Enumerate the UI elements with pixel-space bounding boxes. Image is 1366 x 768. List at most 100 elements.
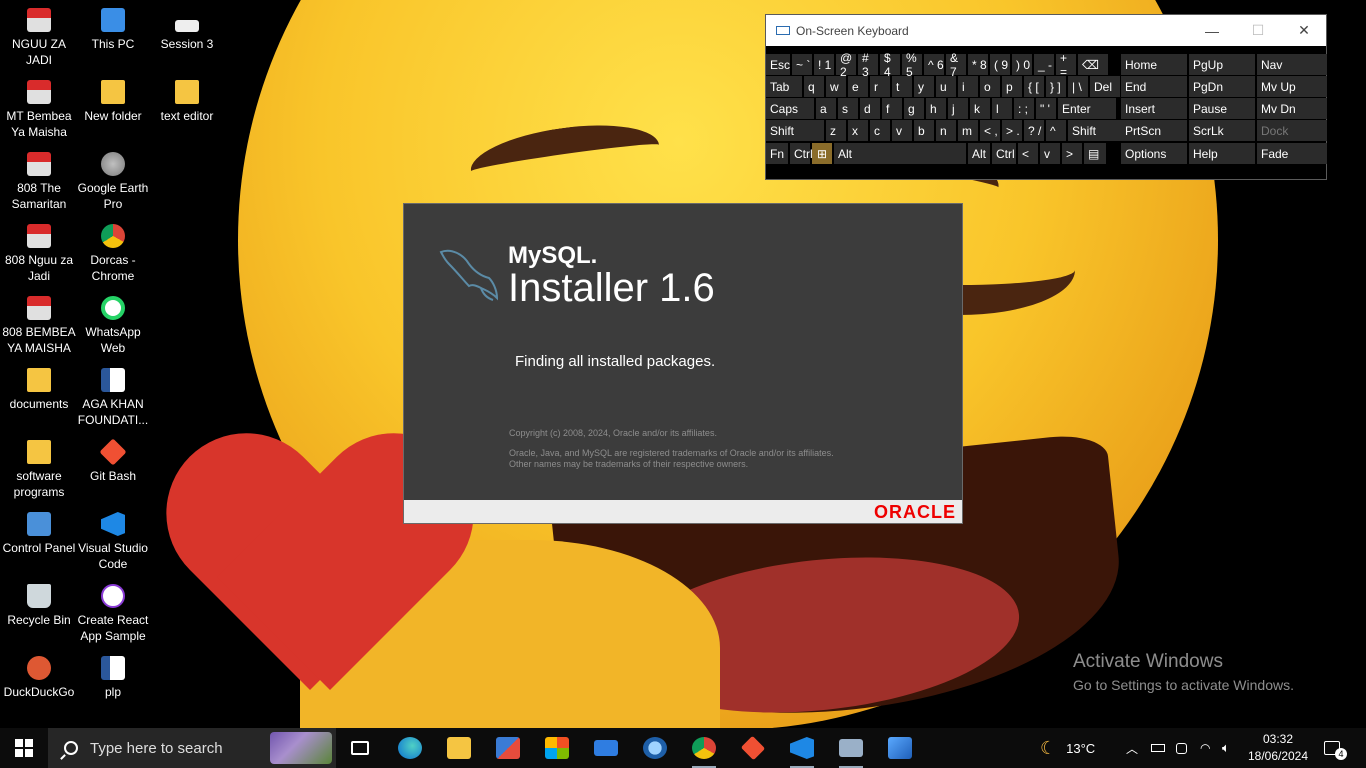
osk-nav-key[interactable]: Mv Dn [1257,98,1327,119]
osk-key[interactable]: ) 0 [1012,54,1032,75]
taskbar-app-git[interactable] [729,728,777,768]
desktop-icon-mt-bembea[interactable]: MT Bembea Ya Maisha [0,80,78,140]
osk-key[interactable]: w [826,76,846,97]
osk-key[interactable]: a [816,98,836,119]
osk-key[interactable]: Ctrl [790,143,813,164]
osk-key[interactable]: s [838,98,858,119]
desktop-icon-whatsapp[interactable]: WhatsApp Web [74,296,152,356]
desktop-icon-documents[interactable]: documents [0,368,78,412]
osk-key[interactable]: i [958,76,978,97]
close-button[interactable]: ✕ [1281,15,1327,46]
desktop-icon-session-3[interactable]: Session 3 [148,8,226,52]
osk-nav-key[interactable]: ScrLk [1189,120,1255,141]
on-screen-keyboard-window[interactable]: On-Screen Keyboard — ☐ ✕ Esc ~ `! 1 @ 2 # 3… [765,14,1327,180]
wifi-icon[interactable]: ◠ [1200,728,1210,768]
osk-key[interactable]: z [826,120,846,141]
taskbar-app-file-explorer[interactable] [435,728,483,768]
minimize-button[interactable]: — [1189,15,1235,46]
osk-key[interactable]: g [904,98,924,119]
osk-key[interactable]: ! 1 [814,54,834,75]
osk-key[interactable]: h [926,98,946,119]
taskbar-app-vscode[interactable] [778,728,826,768]
osk-nav-key[interactable]: End [1121,76,1187,97]
osk-key[interactable]: Caps [766,98,814,119]
desktop-icon-control-panel[interactable]: Control Panel [0,512,78,556]
desktop-icon-dorcas-chrome[interactable]: Dorcas - Chrome [74,224,152,284]
osk-key[interactable]: @ 2 [836,51,856,79]
desktop-icon-plp[interactable]: plp [74,656,152,700]
osk-key[interactable]: ~ ` [792,54,812,75]
osk-key[interactable]: { [ [1024,76,1044,97]
osk-key[interactable]: # 3 [858,51,878,79]
osk-nav-key[interactable]: Pause [1189,98,1255,119]
desktop-icon-vscode[interactable]: Visual Studio Code [74,512,152,572]
osk-key[interactable]: ⌫ [1078,54,1108,75]
osk-nav-key[interactable]: Insert [1121,98,1187,119]
osk-key[interactable]: Tab [766,76,802,97]
osk-key[interactable]: v [892,120,912,141]
osk-key[interactable]: % 5 [902,51,922,79]
osk-key[interactable]: ? / [1024,120,1044,141]
taskbar-app-search-tool[interactable] [631,728,679,768]
osk-key[interactable]: ⊞ [812,143,832,164]
osk-key[interactable]: Alt [834,143,966,164]
osk-key[interactable]: p [1002,76,1022,97]
osk-key[interactable]: Enter [1058,98,1116,119]
osk-nav-key[interactable]: PgUp [1189,54,1255,75]
desktop-icon-aga-khan[interactable]: AGA KHAN FOUNDATI... [74,368,152,428]
desktop-icon-software-programs[interactable]: software programs [0,440,78,500]
desktop-icon-git-bash[interactable]: Git Bash [74,438,152,484]
taskbar-app-chrome[interactable] [680,728,728,768]
taskbar-app-edge[interactable] [386,728,434,768]
osk-key[interactable]: t [892,76,912,97]
osk-key[interactable]: f [882,98,902,119]
webcam-icon[interactable] [1176,728,1187,768]
osk-key[interactable]: Ctrl [992,143,1016,164]
osk-key[interactable]: ^ [1046,120,1066,141]
taskbar-app-photos[interactable] [876,728,924,768]
maximize-button[interactable]: ☐ [1235,15,1281,46]
weather-widget[interactable]: ☾ 13°C [1040,728,1095,768]
osk-key[interactable]: & 7 [946,51,966,79]
osk-key[interactable]: > [1062,143,1082,164]
osk-key[interactable]: : ; [1014,98,1034,119]
osk-key[interactable]: " ' [1036,98,1056,119]
osk-key[interactable]: Shift [766,120,824,141]
osk-key[interactable]: e [848,76,868,97]
taskbar-search-box[interactable]: Type here to search [48,728,336,768]
osk-key[interactable]: d [860,98,880,119]
osk-key[interactable]: u [936,76,956,97]
osk-nav-key[interactable]: PrtScn [1121,120,1187,141]
osk-key[interactable]: | \ [1068,76,1088,97]
desktop-icon-808-samaritan[interactable]: 808 The Samaritan [0,152,78,212]
osk-key[interactable]: r [870,76,890,97]
osk-key[interactable]: k [970,98,990,119]
osk-nav-key[interactable]: Options [1121,143,1187,164]
show-hidden-icons-button[interactable]: ︿ [1126,728,1138,768]
desktop-icon-new-folder[interactable]: New folder [74,80,152,124]
osk-key[interactable]: x [848,120,868,141]
osk-key[interactable]: y [914,76,934,97]
desktop-icon-duckduckgo[interactable]: DuckDuckGo [0,656,78,700]
osk-key[interactable]: Del [1090,76,1120,97]
osk-key[interactable]: v [1040,143,1060,164]
osk-nav-key[interactable]: Mv Up [1257,76,1327,97]
task-view-button[interactable] [336,728,384,768]
osk-key[interactable]: > . [1002,120,1022,141]
desktop-icon-808-nguu[interactable]: 808 Nguu za Jadi [0,224,78,284]
osk-key[interactable]: < [1018,143,1038,164]
taskbar-app-mail[interactable] [582,728,630,768]
osk-nav-key[interactable]: Nav [1257,54,1327,75]
osk-nav-key[interactable]: Home [1121,54,1187,75]
osk-nav-key[interactable]: PgDn [1189,76,1255,97]
volume-icon[interactable]: 🔈︎ [1222,728,1230,768]
desktop-icon-text-editor[interactable]: text editor [148,80,226,124]
desktop-icon-808-bembea[interactable]: 808 BEMBEA YA MAISHA [0,296,78,356]
osk-key[interactable]: < , [980,120,1000,141]
osk-key[interactable]: Alt [968,143,990,164]
osk-key[interactable]: l [992,98,1012,119]
osk-key[interactable]: n [936,120,956,141]
osk-key[interactable]: j [948,98,968,119]
taskbar-app-remote-desktop[interactable] [827,728,875,768]
osk-key[interactable]: m [958,120,978,141]
